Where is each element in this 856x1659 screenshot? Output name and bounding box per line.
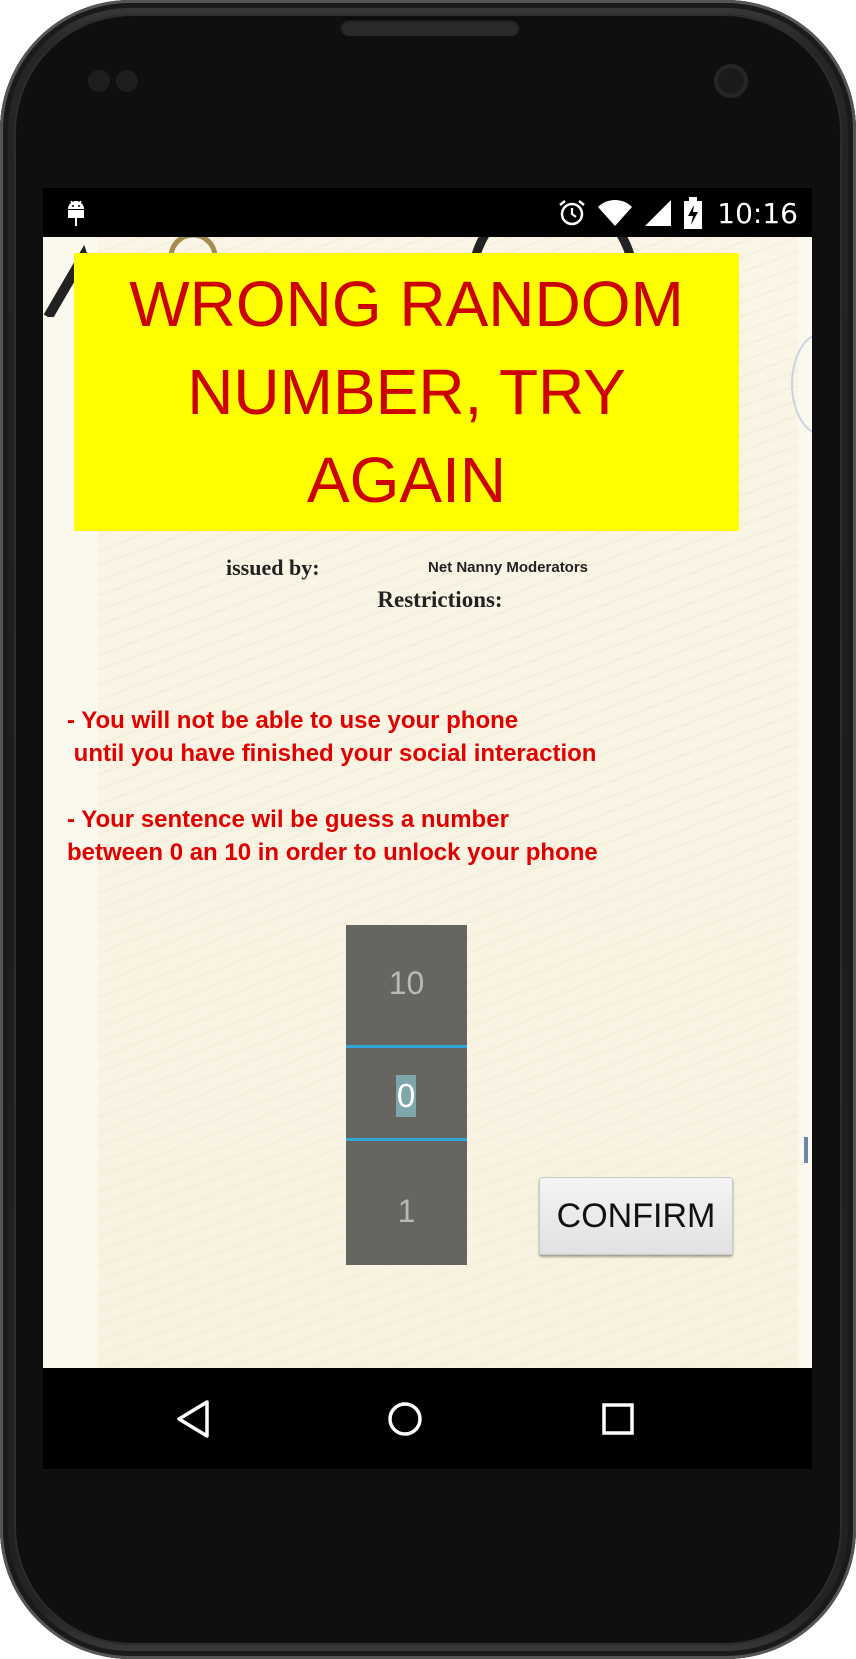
home-icon [388,1402,422,1436]
picker-next-value[interactable]: 1 [346,1193,467,1230]
back-icon [177,1400,209,1438]
android-debug-icon [68,200,84,226]
back-button[interactable] [168,1394,218,1444]
recents-icon [602,1403,634,1435]
signal-icon [645,200,672,226]
app-content: issued by: Net Nanny Moderators Restrict… [43,237,812,1368]
restrictions-title: Restrictions: [377,587,503,612]
confirm-button[interactable]: CONFIRM [539,1177,733,1255]
navigation-bar [43,1368,812,1469]
picker-previous-value[interactable]: 10 [346,965,467,1002]
status-icons: 10:16 [557,194,798,232]
light-sensor [116,70,138,92]
number-picker[interactable]: 10 0 1 [346,925,467,1265]
restriction-rule-2: - Your sentence wil be guess a number be… [67,806,598,866]
alarm-icon [559,200,586,226]
error-message: WRONG RANDOM NUMBER, TRY AGAIN [129,268,684,516]
home-button[interactable] [380,1394,430,1444]
device-screen: 10:16 issued by: Net Nanny Moderators Re… [43,188,812,1469]
picker-current-value[interactable]: 0 [396,1075,416,1117]
clock: 10:16 [717,196,798,230]
wifi-icon [598,199,633,226]
proximity-sensor [88,70,110,92]
scroll-edge-indicator [804,1137,808,1163]
issued-by-row: issued by: Net Nanny Moderators [43,555,812,585]
phone-frame: 10:16 issued by: Net Nanny Moderators Re… [0,0,856,1659]
battery-charging-icon [684,197,703,229]
front-camera [714,64,748,98]
error-banner: WRONG RANDOM NUMBER, TRY AGAIN [74,253,739,531]
earpiece-speaker [340,18,520,36]
recents-button[interactable] [593,1394,643,1444]
picker-divider-top [346,1045,467,1048]
issued-by-label: issued by: [226,555,320,580]
picker-divider-bottom [346,1138,467,1141]
status-bar: 10:16 [43,188,812,237]
issued-by-value: Net Nanny Moderators [428,559,589,576]
restriction-rule-1: - You will not be able to use your phone… [67,707,597,767]
